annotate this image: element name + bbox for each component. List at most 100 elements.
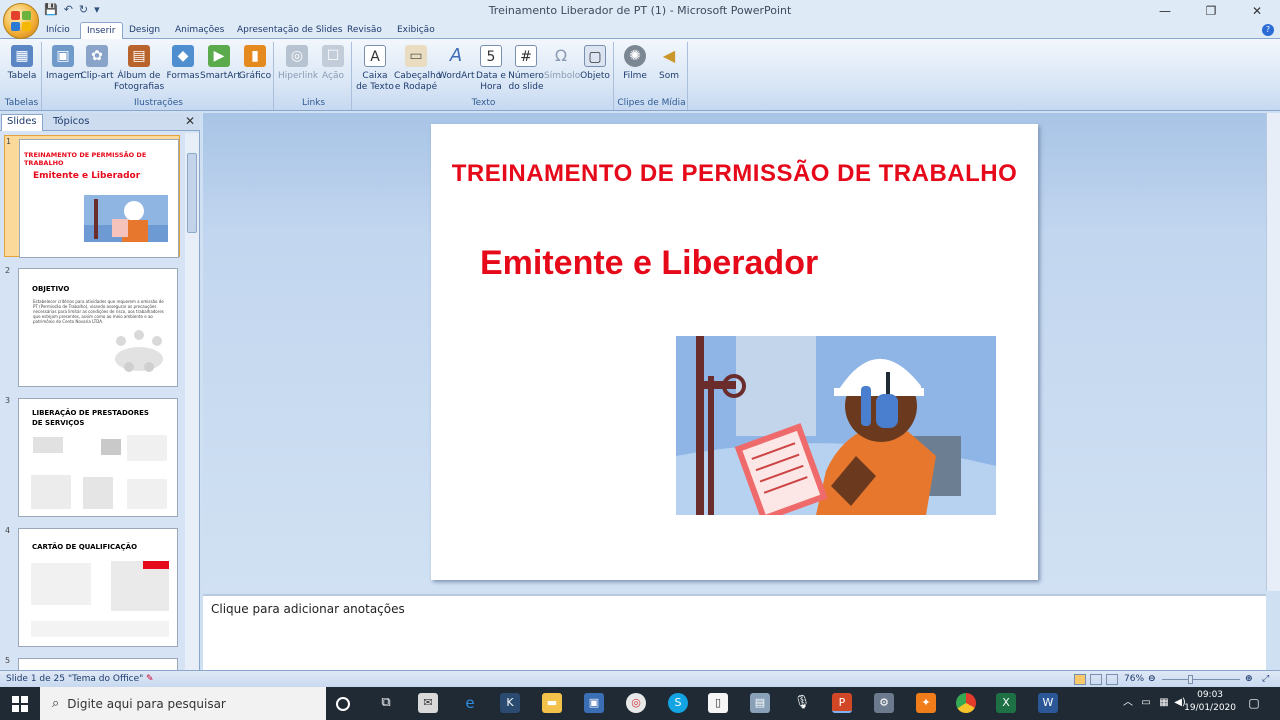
slide-thumbnail-2[interactable]: 2 OBJETIVO Estabelecer critérios para at… bbox=[4, 265, 180, 387]
task-view-icon[interactable]: ⧉ bbox=[376, 693, 396, 713]
chrome-icon[interactable] bbox=[956, 693, 976, 713]
zoom-out-icon[interactable]: ⊖ bbox=[1148, 674, 1156, 684]
caixa-texto-button[interactable]: A Caixa de Texto bbox=[356, 45, 394, 93]
title-bar: 💾 ↶ ↻ ▾ Treinamento Liberador de PT (1) … bbox=[0, 0, 1280, 39]
close-button[interactable]: ✕ bbox=[1234, 0, 1280, 22]
tab-slides[interactable]: Slides bbox=[1, 114, 43, 131]
slide-subtitle[interactable]: Emitente e Liberador bbox=[480, 244, 818, 283]
help-icon[interactable]: ? bbox=[1262, 24, 1274, 36]
tabela-button[interactable]: ▦ Tabela bbox=[6, 45, 38, 82]
tab-design[interactable]: Design bbox=[123, 24, 166, 36]
avast-icon[interactable]: ✦ bbox=[916, 693, 936, 713]
thumb-title: OBJETIVO bbox=[32, 285, 70, 293]
store-icon[interactable]: ▣ bbox=[584, 693, 604, 713]
fit-to-window-icon[interactable]: ⤢ bbox=[1262, 674, 1269, 684]
numero-slide-button[interactable]: # Número do slide bbox=[508, 45, 544, 93]
thumb-title: TREINAMENTO DE PERMISSÃO DE TRABALHO bbox=[24, 151, 147, 167]
word-icon[interactable]: W bbox=[1038, 693, 1058, 713]
minimize-button[interactable]: — bbox=[1142, 0, 1188, 22]
tab-animacoes[interactable]: Animações bbox=[169, 24, 230, 36]
simbolo-button[interactable]: Ω Símbolo bbox=[544, 45, 580, 82]
app-window-icon[interactable]: ▤ bbox=[750, 693, 770, 713]
wordart-button[interactable]: A WordArt bbox=[438, 45, 475, 82]
tab-exibicao[interactable]: Exibição bbox=[391, 24, 441, 36]
photo-album-icon: ▤ bbox=[128, 45, 150, 67]
slideshow-icon[interactable] bbox=[1106, 674, 1118, 685]
slide-number-icon: # bbox=[515, 45, 537, 67]
panel-scrollbar-thumb[interactable] bbox=[187, 153, 197, 233]
panel-scrollbar[interactable] bbox=[185, 133, 199, 670]
cortana-icon[interactable] bbox=[336, 697, 350, 711]
taskbar-search[interactable]: ⌕ Digite aqui para pesquisar bbox=[40, 687, 326, 720]
acao-button[interactable]: ☐ Ação bbox=[316, 45, 350, 82]
group-texto: A Caixa de Texto ▭ Cabeçalho e Rodapé A … bbox=[354, 42, 614, 110]
tab-inicio[interactable]: Início bbox=[40, 24, 76, 36]
start-button[interactable] bbox=[0, 687, 40, 720]
slide-title[interactable]: TREINAMENTO DE PERMISSÃO DE TRABALHO bbox=[431, 160, 1038, 188]
grafico-button[interactable]: ▮ Gráfico bbox=[238, 45, 272, 82]
formas-button[interactable]: ◆ Formas bbox=[166, 45, 200, 82]
worker-illustration[interactable] bbox=[676, 336, 996, 515]
picture-icon: ▣ bbox=[52, 45, 74, 67]
tab-revisao[interactable]: Revisão bbox=[341, 24, 388, 36]
main-scrollbar[interactable] bbox=[1266, 113, 1280, 591]
filme-button[interactable]: ✺ Filme bbox=[618, 45, 652, 82]
normal-view-icon[interactable] bbox=[1074, 674, 1086, 685]
show-hidden-icons-icon[interactable]: ︿ bbox=[1118, 693, 1138, 713]
slide-sorter-icon[interactable] bbox=[1090, 674, 1102, 685]
system-clock[interactable]: 09:03 19/01/2020 bbox=[1184, 689, 1236, 715]
app-gear-icon[interactable]: ⚙ bbox=[874, 693, 894, 713]
zoom-in-icon[interactable]: ⊕ bbox=[1245, 674, 1253, 684]
powerpoint-icon[interactable]: P bbox=[832, 693, 852, 713]
maximize-button[interactable]: ❐ bbox=[1188, 0, 1234, 22]
app-icon[interactable]: K bbox=[500, 693, 520, 713]
album-button[interactable]: ▤ Álbum de Fotografias bbox=[114, 45, 164, 93]
cabecalho-button[interactable]: ▭ Cabeçalho e Rodapé bbox=[394, 45, 441, 93]
group-tabelas: ▦ Tabela Tabelas bbox=[2, 42, 42, 110]
office-button[interactable] bbox=[3, 3, 39, 39]
tab-apresentacao[interactable]: Apresentação de Slides bbox=[231, 24, 348, 36]
search-icon: ⌕ bbox=[52, 696, 60, 711]
table-icon: ▦ bbox=[11, 45, 33, 67]
data-hora-button[interactable]: 5 Data e Hora bbox=[474, 45, 508, 93]
file-explorer-icon[interactable]: ▬ bbox=[542, 693, 562, 713]
group-links: ◎ Hiperlink ☐ Ação Links bbox=[276, 42, 352, 110]
som-button[interactable]: ◀ Som bbox=[652, 45, 686, 82]
edge-icon[interactable]: e bbox=[460, 693, 480, 713]
microphone-icon[interactable]: 🎙 bbox=[792, 693, 812, 713]
battery-icon[interactable]: ▭ bbox=[1136, 693, 1156, 713]
excel-icon[interactable]: X bbox=[996, 693, 1016, 713]
hiperlink-button[interactable]: ◎ Hiperlink bbox=[278, 45, 318, 82]
tab-topicos[interactable]: Tópicos bbox=[48, 115, 94, 128]
objeto-button[interactable]: ▢ Objeto bbox=[578, 45, 612, 82]
tab-inserir[interactable]: Inserir bbox=[80, 22, 123, 39]
panel-close-icon[interactable]: ✕ bbox=[185, 114, 195, 128]
windows-logo-icon bbox=[12, 695, 28, 712]
zoom-slider[interactable] bbox=[1162, 679, 1240, 680]
notes-pane[interactable]: Clique para adicionar anotações bbox=[203, 594, 1266, 670]
clipart-button[interactable]: ✿ Clip-art bbox=[80, 45, 114, 82]
slides-panel: Slides Tópicos ✕ 1 TREINAMENTO DE PERMIS… bbox=[0, 113, 200, 678]
notepad-icon[interactable]: ▯ bbox=[708, 693, 728, 713]
zoom-level: 76% bbox=[1124, 674, 1145, 684]
group-clipes: ✺ Filme ◀ Som Clipes de Mídia bbox=[616, 42, 688, 110]
group-ilustracoes: ▣ Imagem ✿ Clip-art ▤ Álbum de Fotografi… bbox=[44, 42, 274, 110]
slide-thumbnail-3[interactable]: 3 LIBERAÇÃO DE PRESTADORES DE SERVIÇOS bbox=[4, 395, 180, 517]
thumb-title: CARTÃO DE QUALIFICAÇÃO bbox=[32, 543, 138, 551]
zoom-slider-thumb[interactable] bbox=[1188, 675, 1193, 684]
slide-thumbnail-4[interactable]: 4 CARTÃO DE QUALIFICAÇÃO bbox=[4, 525, 180, 647]
notifications-icon[interactable]: ▢ bbox=[1244, 693, 1264, 713]
smartart-button[interactable]: ▶ SmartArt bbox=[200, 45, 241, 82]
spellcheck-icon[interactable]: ✎ bbox=[146, 674, 154, 684]
smartart-icon: ▶ bbox=[208, 45, 230, 67]
slide-count: Slide 1 de 25 bbox=[6, 674, 65, 684]
slide-thumbnail-1[interactable]: 1 TREINAMENTO DE PERMISSÃO DE TRABALHO E… bbox=[4, 135, 180, 258]
current-slide[interactable]: TREINAMENTO DE PERMISSÃO DE TRABALHO Emi… bbox=[431, 124, 1038, 580]
app-circle-icon[interactable]: ◎ bbox=[626, 693, 646, 713]
wordart-icon: A bbox=[449, 45, 463, 66]
text-box-icon: A bbox=[364, 45, 386, 67]
skype-icon[interactable]: S bbox=[668, 693, 688, 713]
notes-placeholder[interactable]: Clique para adicionar anotações bbox=[211, 602, 405, 616]
mail-icon[interactable]: ✉ bbox=[418, 693, 438, 713]
imagem-button[interactable]: ▣ Imagem bbox=[46, 45, 83, 82]
